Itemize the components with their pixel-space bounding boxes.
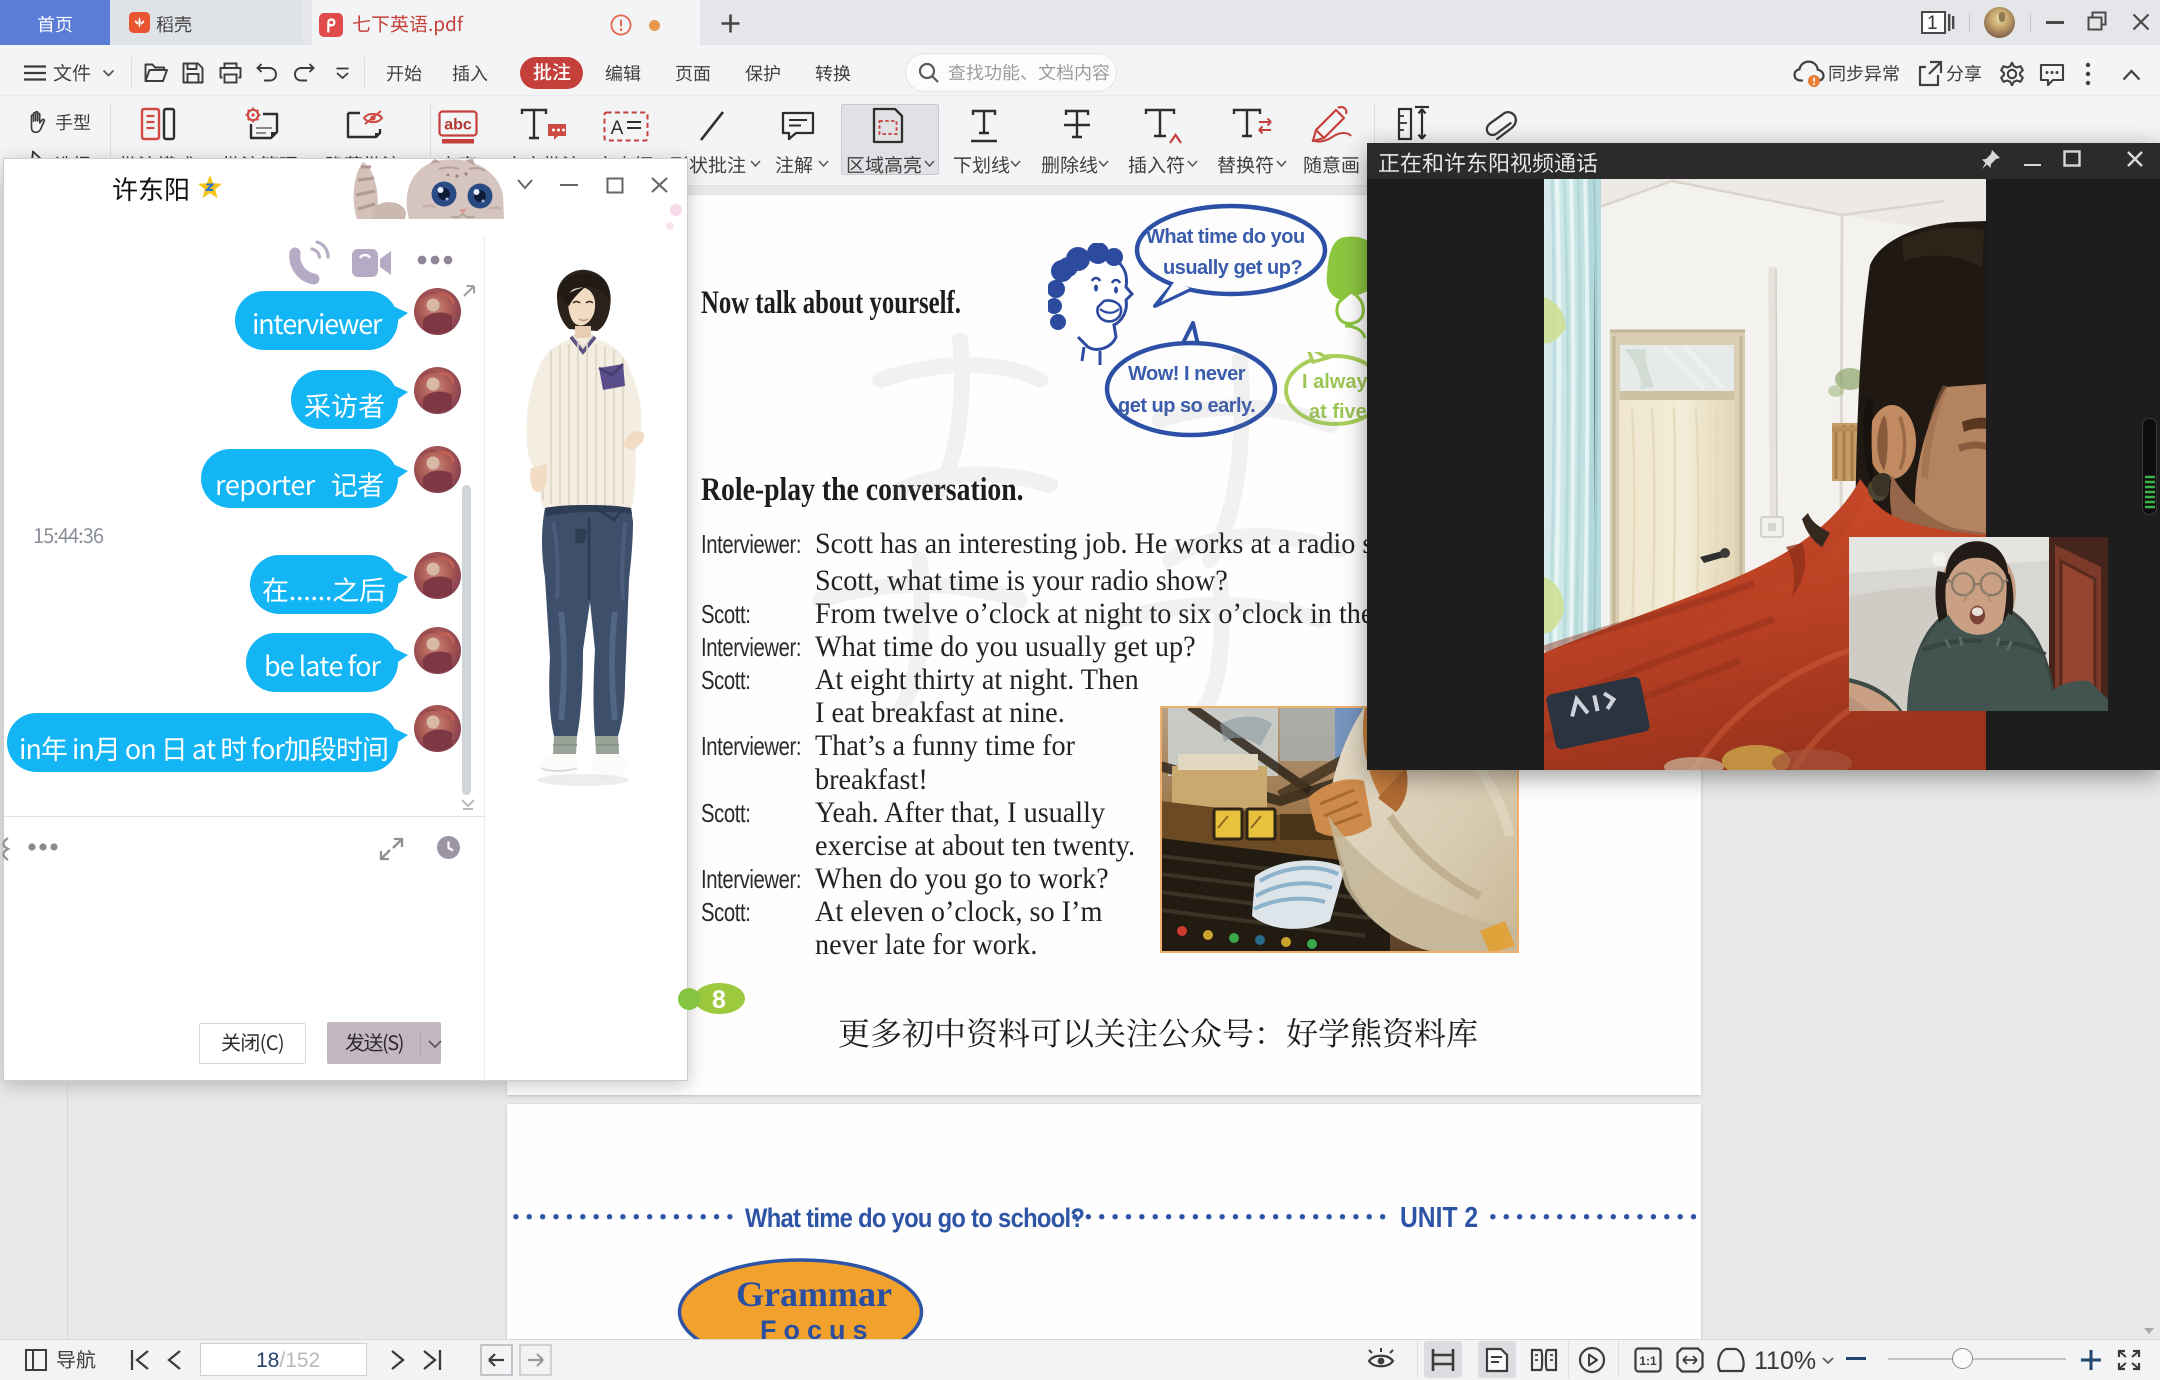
svg-text:abc: abc <box>444 117 472 134</box>
svg-text:1:1: 1:1 <box>1639 1354 1657 1368</box>
svg-text:A: A <box>611 118 624 139</box>
